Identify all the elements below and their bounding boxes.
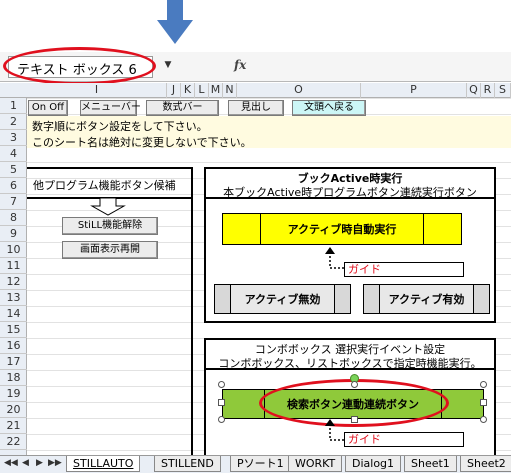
down-arrow-icon: [157, 0, 193, 44]
row-number[interactable]: 1: [0, 98, 27, 114]
first-sheet-icon[interactable]: ◀◀: [4, 458, 18, 468]
auto-run-button[interactable]: アクティブ時自動実行: [222, 213, 462, 245]
sheet-tab[interactable]: Sheet1: [404, 456, 457, 472]
connector-arrow-icon: [325, 419, 344, 441]
row-number[interactable]: 7: [0, 194, 27, 210]
menubar-button[interactable]: メニューバー: [80, 100, 141, 116]
row-number[interactable]: 20: [0, 402, 27, 418]
column-header-cell[interactable]: R: [481, 83, 495, 98]
still-cancel-button[interactable]: StiLL機能解除: [62, 217, 158, 235]
button-side: [334, 285, 350, 313]
row-number[interactable]: 11: [0, 258, 27, 274]
button-side: [223, 214, 261, 244]
resize-handle[interactable]: [218, 416, 225, 423]
screen-resume-button[interactable]: 画面表示再開: [62, 241, 158, 259]
column-header-cell[interactable]: I: [27, 83, 167, 98]
column-header-cell[interactable]: J: [167, 83, 181, 98]
row-number[interactable]: 10: [0, 242, 27, 258]
connector-arrow-icon: [325, 247, 344, 269]
highlight-ring: [3, 47, 156, 85]
row-number[interactable]: 9: [0, 226, 27, 242]
row-number[interactable]: 14: [0, 306, 27, 322]
guide-label[interactable]: ガイド: [344, 432, 464, 447]
row-number[interactable]: 8: [0, 210, 27, 226]
fx-icon[interactable]: fx: [234, 58, 246, 72]
sheet-tab[interactable]: STILLEND: [154, 456, 221, 472]
row-number[interactable]: 19: [0, 386, 27, 402]
heading-button[interactable]: 見出し: [228, 100, 284, 116]
resize-handle[interactable]: [480, 381, 487, 388]
sheet-tab[interactable]: Sheet2: [460, 456, 511, 472]
left-panel-title: 他プログラム機能ボタン候補: [33, 179, 176, 192]
active-disable-label: アクティブ無効: [244, 293, 321, 306]
row-number[interactable]: 4: [0, 146, 27, 162]
sheet-tab[interactable]: STILLAUTO: [66, 456, 141, 472]
resize-handle[interactable]: [351, 381, 358, 388]
divider: [204, 368, 496, 370]
column-header-cell[interactable]: S: [495, 83, 511, 98]
column-header-cell[interactable]: P: [361, 83, 467, 98]
row-number[interactable]: 5: [0, 162, 27, 178]
row-number[interactable]: 3: [0, 130, 27, 146]
chevron-down-icon[interactable]: ▼: [162, 60, 174, 72]
row-number[interactable]: 12: [0, 274, 27, 290]
next-sheet-icon[interactable]: ▶: [36, 458, 43, 468]
button-side: [215, 285, 231, 313]
row-number[interactable]: 21: [0, 418, 27, 434]
divider: [204, 197, 496, 199]
formulabar-button[interactable]: 数式バー: [146, 100, 219, 116]
note-text: 数字順にボタン設定をして下さい。: [32, 120, 208, 133]
resize-handle[interactable]: [351, 416, 358, 423]
row-number[interactable]: 22: [0, 434, 27, 450]
row-number[interactable]: 18: [0, 370, 27, 386]
onoff-button[interactable]: On Off: [28, 100, 68, 116]
note-text: このシート名は絶対に変更しないで下さい。: [32, 136, 252, 149]
row-number[interactable]: 13: [0, 290, 27, 306]
button-side: [423, 214, 461, 244]
column-header-cell[interactable]: M: [209, 83, 223, 98]
column-header-cell[interactable]: O: [237, 83, 361, 98]
column-header-cell[interactable]: L: [195, 83, 209, 98]
row-number[interactable]: 2: [0, 114, 27, 130]
auto-run-label: アクティブ時自動実行: [287, 223, 397, 236]
row-number[interactable]: 16: [0, 338, 27, 354]
sheet-tab[interactable]: Pソート1: [230, 456, 291, 472]
resize-handle[interactable]: [480, 416, 487, 423]
row-number[interactable]: 17: [0, 354, 27, 370]
column-header-cell[interactable]: K: [181, 83, 195, 98]
return-top-button[interactable]: 文頭へ戻る: [292, 100, 366, 116]
resize-handle[interactable]: [218, 381, 225, 388]
column-header-cell[interactable]: Q: [467, 83, 481, 98]
active-disable-button[interactable]: アクティブ無効: [214, 284, 351, 314]
active-enable-label: アクティブ有効: [388, 293, 465, 306]
button-side: [364, 285, 380, 313]
resize-handle[interactable]: [218, 399, 225, 406]
down-block-arrow-icon: [90, 198, 126, 216]
guide-label[interactable]: ガイド: [344, 262, 464, 277]
prev-sheet-icon[interactable]: ◀: [22, 458, 29, 468]
row-number[interactable]: 6: [0, 178, 27, 194]
column-header-cell[interactable]: N: [223, 83, 237, 98]
sheet-tab[interactable]: Dialog1: [345, 456, 402, 472]
resize-handle[interactable]: [480, 399, 487, 406]
last-sheet-icon[interactable]: ▶▶: [48, 458, 62, 468]
active-enable-button[interactable]: アクティブ有効: [363, 284, 490, 314]
sheet-tab[interactable]: WORKT: [288, 456, 343, 472]
button-side: [473, 285, 489, 313]
row-number[interactable]: 15: [0, 322, 27, 338]
